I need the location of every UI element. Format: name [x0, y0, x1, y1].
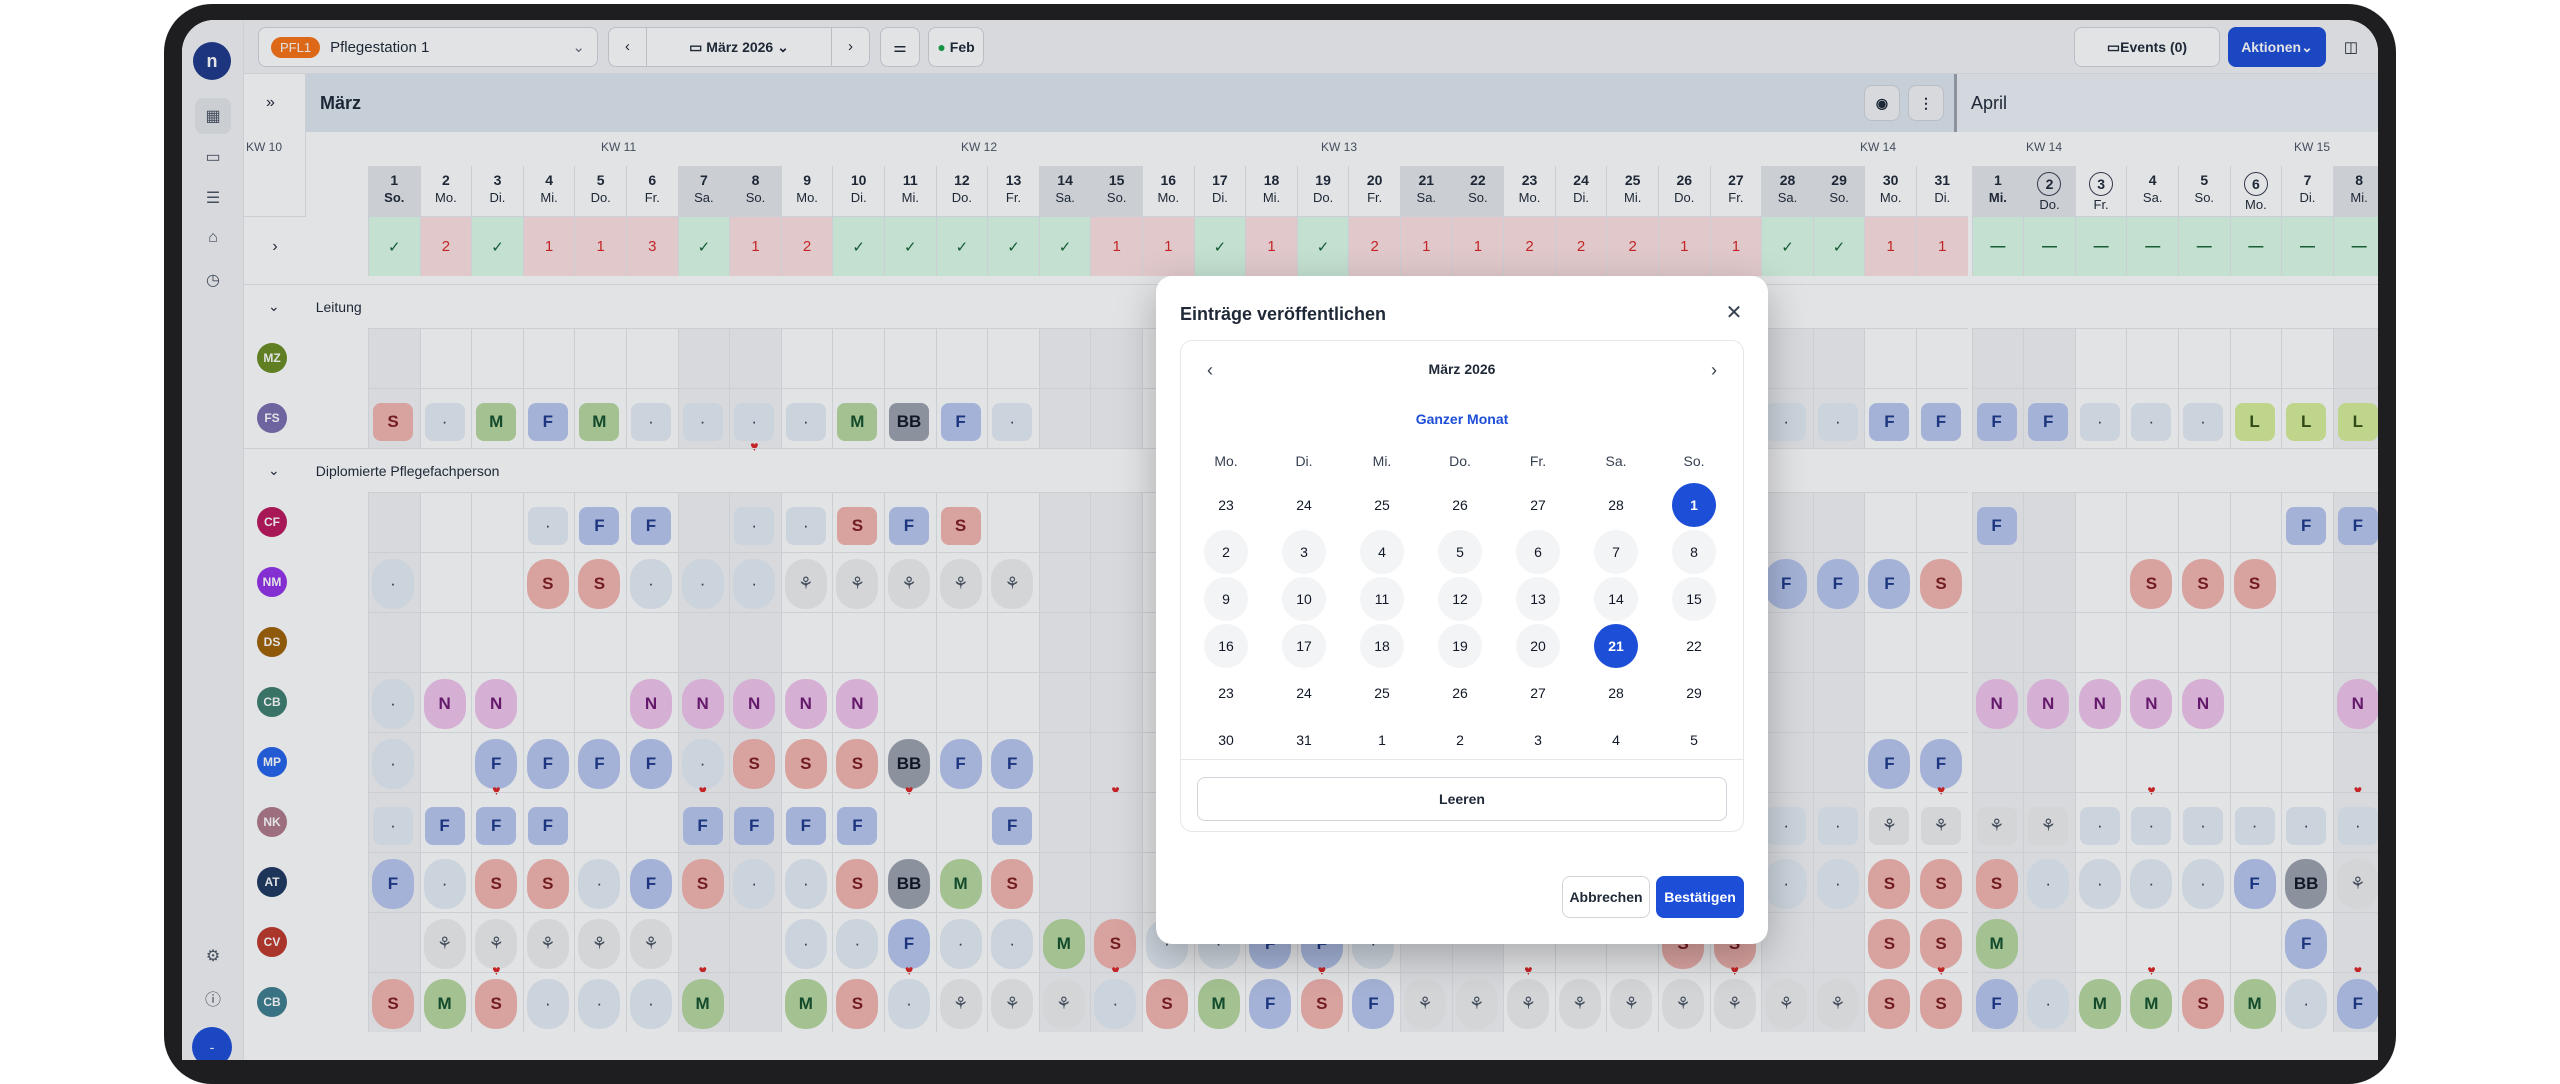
calendar-day[interactable]: 1: [1672, 483, 1716, 527]
confirm-button[interactable]: Bestätigen: [1656, 876, 1744, 918]
publish-entries-dialog: Einträge veröffentlichen ✕ ‹ März 2026 ›…: [1156, 276, 1768, 944]
calendar-day[interactable]: 15: [1672, 577, 1716, 621]
calendar-day[interactable]: 27: [1516, 483, 1560, 527]
calendar-day[interactable]: 4: [1594, 718, 1638, 762]
calendar-day[interactable]: 3: [1282, 530, 1326, 574]
calendar-day[interactable]: 2: [1204, 530, 1248, 574]
calendar-day[interactable]: 11: [1360, 577, 1404, 621]
whole-month-link[interactable]: Ganzer Monat: [1181, 411, 1743, 427]
calendar-day[interactable]: 19: [1438, 624, 1482, 668]
calendar-day[interactable]: 22: [1672, 624, 1716, 668]
divider: [1181, 759, 1743, 760]
calendar-day[interactable]: 26: [1438, 671, 1482, 715]
calendar-day[interactable]: 24: [1282, 671, 1326, 715]
calendar-day[interactable]: 10: [1282, 577, 1326, 621]
calendar-day[interactable]: 30: [1204, 718, 1248, 762]
weekday-label: Do.: [1449, 453, 1471, 469]
weekday-label: Sa.: [1605, 453, 1627, 469]
calendar-month-title: März 2026: [1428, 361, 1496, 377]
calendar-day[interactable]: 13: [1516, 577, 1560, 621]
calendar-day[interactable]: 20: [1516, 624, 1560, 668]
calendar-day[interactable]: 23: [1204, 671, 1248, 715]
dialog-title: Einträge veröffentlichen: [1180, 304, 1387, 324]
calendar-day[interactable]: 28: [1594, 483, 1638, 527]
date-range-calendar: ‹ März 2026 › Ganzer Monat Mo. Di. Mi. Do. F…: [1180, 340, 1744, 832]
cancel-button[interactable]: Abbrechen: [1562, 876, 1650, 918]
calendar-day[interactable]: 5: [1672, 718, 1716, 762]
calendar-day[interactable]: 16: [1204, 624, 1248, 668]
close-icon[interactable]: ✕: [1720, 298, 1748, 326]
weekday-label: So.: [1683, 453, 1705, 469]
calendar-day[interactable]: 27: [1516, 671, 1560, 715]
calendar-next-icon[interactable]: ›: [1699, 355, 1729, 385]
calendar-day[interactable]: 29: [1672, 671, 1716, 715]
calendar-day[interactable]: 4: [1360, 530, 1404, 574]
calendar-day[interactable]: 31: [1282, 718, 1326, 762]
app-screen: n ▦ ▭ ☰ ⌂ ◷ ⚙ ⓘ - PFL1 Pflegestation 1 ⌄…: [182, 20, 2378, 1060]
weekday-label: Di.: [1295, 453, 1313, 469]
calendar-day[interactable]: 3: [1516, 718, 1560, 762]
calendar-day[interactable]: 23: [1204, 483, 1248, 527]
calendar-day[interactable]: 9: [1204, 577, 1248, 621]
calendar-day[interactable]: 5: [1438, 530, 1482, 574]
weekday-label: Mo.: [1214, 453, 1238, 469]
calendar-day[interactable]: 24: [1282, 483, 1326, 527]
weekday-label: Mi.: [1372, 453, 1392, 469]
calendar-day[interactable]: 14: [1594, 577, 1638, 621]
calendar-day[interactable]: 21: [1594, 624, 1638, 668]
calendar-day[interactable]: 12: [1438, 577, 1482, 621]
weekday-label: Fr.: [1529, 453, 1547, 469]
calendar-day[interactable]: 26: [1438, 483, 1482, 527]
calendar-day[interactable]: 6: [1516, 530, 1560, 574]
calendar-day[interactable]: 1: [1360, 718, 1404, 762]
calendar-day[interactable]: 25: [1360, 483, 1404, 527]
calendar-day[interactable]: 17: [1282, 624, 1326, 668]
clear-button[interactable]: Leeren: [1197, 777, 1727, 821]
calendar-day[interactable]: 25: [1360, 671, 1404, 715]
calendar-day[interactable]: 2: [1438, 718, 1482, 762]
calendar-day[interactable]: 28: [1594, 671, 1638, 715]
calendar-day[interactable]: 7: [1594, 530, 1638, 574]
calendar-day[interactable]: 8: [1672, 530, 1716, 574]
calendar-day[interactable]: 18: [1360, 624, 1404, 668]
